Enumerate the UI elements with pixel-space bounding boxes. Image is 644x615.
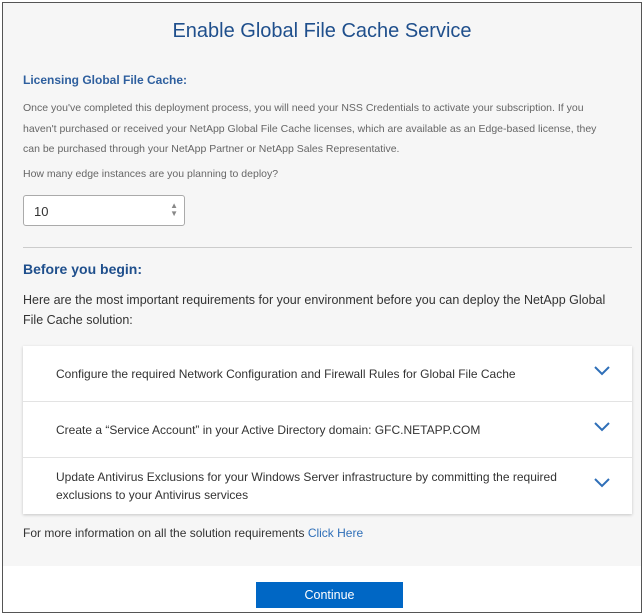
chevron-down-icon[interactable] — [594, 478, 610, 488]
accordion-item-network[interactable]: Configure the required Network Configura… — [23, 346, 632, 402]
chevron-down-icon[interactable] — [594, 366, 610, 376]
requirements-accordion: Configure the required Network Configura… — [23, 346, 632, 514]
number-stepper[interactable]: ▲ ▼ — [170, 202, 178, 218]
dialog-footer: Continue — [3, 566, 641, 612]
accordion-item-label: Update Antivirus Exclusions for your Win… — [56, 470, 557, 502]
more-info-label: For more information on all the solution… — [23, 526, 305, 540]
click-here-link[interactable]: Click Here — [308, 526, 363, 540]
dialog-title: Enable Global File Cache Service — [172, 20, 472, 42]
more-info-text: For more information on all the solution… — [23, 526, 363, 540]
edge-instances-input[interactable]: 10 ▲ ▼ — [23, 195, 185, 226]
accordion-item-label: Create a “Service Account” in your Activ… — [56, 422, 481, 437]
chevron-down-icon[interactable] — [594, 422, 610, 432]
licensing-heading: Licensing Global File Cache: — [23, 73, 188, 87]
accordion-item-label: Configure the required Network Configura… — [56, 366, 516, 381]
edge-instances-label: How many edge instances are you planning… — [23, 168, 279, 180]
edge-instances-value: 10 — [34, 204, 49, 219]
accordion-item-service-account[interactable]: Create a “Service Account” in your Activ… — [23, 402, 632, 458]
continue-button[interactable]: Continue — [256, 582, 403, 608]
dialog: Enable Global File Cache Service Licensi… — [2, 2, 642, 613]
section-divider — [23, 247, 632, 248]
stepper-down-icon[interactable]: ▼ — [170, 210, 178, 218]
licensing-paragraph: Once you've completed this deployment pr… — [23, 102, 597, 155]
accordion-item-antivirus[interactable]: Update Antivirus Exclusions for your Win… — [23, 458, 632, 514]
before-you-begin-heading: Before you begin: — [23, 261, 143, 277]
before-you-begin-paragraph: Here are the most important requirements… — [23, 293, 606, 327]
